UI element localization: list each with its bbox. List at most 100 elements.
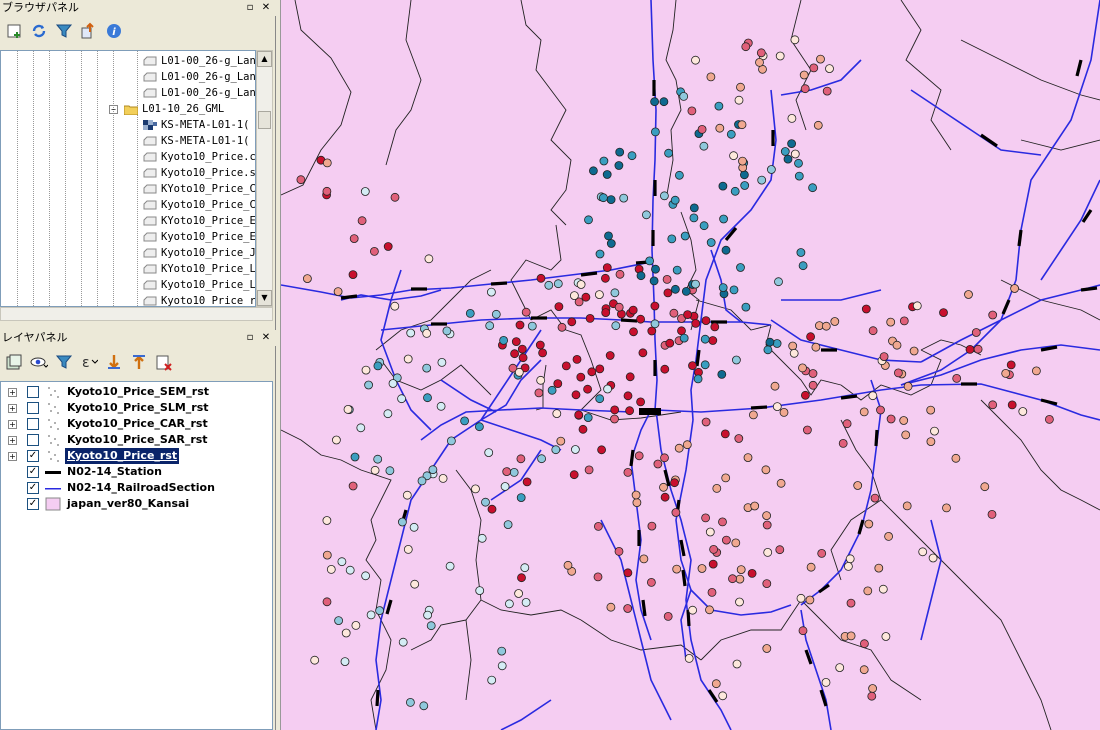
tree-item-label: Kyoto10_Price_JG xyxy=(161,247,256,259)
collapse-icon[interactable] xyxy=(78,20,100,42)
price-point xyxy=(521,307,531,317)
tree-file-item[interactable]: KYoto10_Price_LA xyxy=(1,261,255,277)
expression-filter-icon[interactable]: ε xyxy=(78,351,100,373)
tree-file-item[interactable]: Kyoto10_Price_CA xyxy=(1,197,255,213)
price-point xyxy=(705,605,714,615)
price-point xyxy=(651,264,660,274)
expand-toggle-icon[interactable]: + xyxy=(8,404,17,413)
expand-toggle-icon[interactable]: + xyxy=(8,388,17,397)
price-point xyxy=(646,578,656,587)
expand-all-icon[interactable] xyxy=(103,351,125,373)
browser-vertical-scrollbar[interactable]: ▲ ▼ xyxy=(256,50,273,307)
price-point xyxy=(350,452,360,462)
scroll-up-button[interactable]: ▲ xyxy=(257,51,272,67)
expand-toggle-icon[interactable]: + xyxy=(8,436,17,445)
price-point xyxy=(583,384,593,394)
layer-row[interactable]: + ✓ Kyoto10_Price_rst xyxy=(1,448,273,464)
price-point xyxy=(606,195,616,205)
layer-visibility-checkbox[interactable] xyxy=(27,386,39,398)
price-point xyxy=(556,436,566,446)
tree-file-item[interactable]: KYoto10_Price_CA xyxy=(1,181,255,197)
layer-row[interactable]: ✓ N02-14_Station xyxy=(1,464,273,480)
layer-panel-close-button[interactable]: ✕ xyxy=(260,331,272,344)
collapse-all-icon[interactable] xyxy=(128,351,150,373)
layer-row[interactable]: + Kyoto10_Price_SAR_rst xyxy=(1,432,273,448)
price-point xyxy=(775,545,785,555)
visibility-icon[interactable] xyxy=(28,351,50,373)
filter-icon[interactable] xyxy=(53,20,75,42)
price-point xyxy=(830,317,840,326)
tree-file-item[interactable]: KYoto10_Price_EF xyxy=(1,213,255,229)
layer-visibility-checkbox[interactable]: ✓ xyxy=(27,498,39,510)
tree-item-label: L01-00_26-g_Land xyxy=(161,71,256,83)
price-point xyxy=(647,521,657,531)
tree-file-item[interactable]: L01-00_26-g_Land xyxy=(1,69,256,85)
tree-file-item[interactable]: L01-00_26-g_Land xyxy=(1,53,255,69)
refresh-icon[interactable] xyxy=(28,20,50,42)
layer-row[interactable]: + Kyoto10_Price_SEM_rst xyxy=(1,384,273,400)
tree-file-item[interactable]: Kyoto10_Price_res xyxy=(1,293,255,306)
expand-toggle-icon[interactable]: + xyxy=(8,452,17,461)
price-point xyxy=(405,698,415,707)
filter-icon[interactable] xyxy=(53,351,75,373)
price-point xyxy=(1010,284,1019,293)
price-point xyxy=(426,621,436,631)
browser-panel-close-button[interactable]: ✕ xyxy=(260,1,272,14)
tree-file-item[interactable]: Kyoto10_Price.shp xyxy=(1,165,255,181)
tree-file-item[interactable]: Kyoto10_Price_ER xyxy=(1,229,256,245)
browser-horizontal-scrollbar[interactable] xyxy=(0,307,273,321)
info-icon[interactable]: i xyxy=(103,20,125,42)
price-point xyxy=(718,517,727,527)
layer-visibility-checkbox[interactable] xyxy=(27,434,39,446)
price-point xyxy=(629,327,638,337)
price-point xyxy=(491,309,501,319)
layer-row[interactable]: ✓ N02-14_RailroadSection xyxy=(1,480,273,496)
tree-folder-item[interactable]: − L01-10_26_GML xyxy=(1,101,255,117)
price-point xyxy=(750,501,760,511)
browser-panel-title: ブラウザパネル ▫ ✕ xyxy=(0,0,276,16)
browser-panel-float-button[interactable]: ▫ xyxy=(244,1,256,14)
price-point xyxy=(701,513,711,523)
add-group-icon[interactable] xyxy=(3,351,25,373)
station-marker xyxy=(1017,229,1023,247)
price-point xyxy=(835,663,845,672)
layer-list[interactable]: + Kyoto10_Price_SEM_rst + Kyoto10_Price_SLM… xyxy=(0,381,273,730)
browser-tree[interactable]: L01-00_26-g_Land L01-00_26-g_Land L01-00_2… xyxy=(0,50,256,307)
price-point xyxy=(813,120,823,130)
price-point xyxy=(660,453,669,463)
price-point xyxy=(701,316,711,326)
tree-file-item[interactable]: KS-META-L01-1( xyxy=(1,117,255,133)
layer-visibility-checkbox[interactable] xyxy=(27,402,39,414)
price-point xyxy=(808,369,818,378)
layer-panel-float-button[interactable]: ▫ xyxy=(244,331,256,344)
price-point xyxy=(740,181,750,190)
price-point xyxy=(874,563,884,573)
remove-layer-icon[interactable] xyxy=(153,351,175,373)
layer-row[interactable]: + Kyoto10_Price_SLM_rst xyxy=(1,400,273,416)
map-canvas[interactable] xyxy=(281,0,1100,730)
layer-row[interactable]: ✓ japan_ver80_Kansai xyxy=(1,496,273,512)
scroll-down-button[interactable]: ▼ xyxy=(257,290,272,306)
collapse-toggle-icon[interactable]: − xyxy=(109,104,118,114)
tree-file-item[interactable]: KS-META-L01-1( xyxy=(1,133,255,149)
price-point xyxy=(515,320,525,330)
tree-file-item[interactable]: Kyoto10_Price_LA xyxy=(1,277,255,293)
tree-file-item[interactable]: Kyoto10_Price.csv xyxy=(1,149,255,165)
price-point xyxy=(980,482,990,492)
price-point xyxy=(610,288,620,298)
folder-icon xyxy=(123,104,139,115)
expand-toggle-icon[interactable]: + xyxy=(8,420,17,429)
layer-row[interactable]: + Kyoto10_Price_CAR_rst xyxy=(1,416,273,432)
tree-item-label: Kyoto10_Price_ER xyxy=(161,231,256,243)
tree-file-item[interactable]: L01-00_26-g_Land xyxy=(1,85,255,101)
price-point xyxy=(798,261,808,271)
layer-visibility-checkbox[interactable] xyxy=(27,418,39,430)
tree-file-item[interactable]: Kyoto10_Price_JG xyxy=(1,245,256,261)
layer-visibility-checkbox[interactable]: ✓ xyxy=(27,450,39,462)
layer-visibility-checkbox[interactable]: ✓ xyxy=(27,482,39,494)
scroll-thumb[interactable] xyxy=(258,111,271,129)
price-point xyxy=(693,374,703,384)
price-point xyxy=(798,626,808,636)
add-icon[interactable] xyxy=(3,20,25,42)
layer-visibility-checkbox[interactable]: ✓ xyxy=(27,466,39,478)
